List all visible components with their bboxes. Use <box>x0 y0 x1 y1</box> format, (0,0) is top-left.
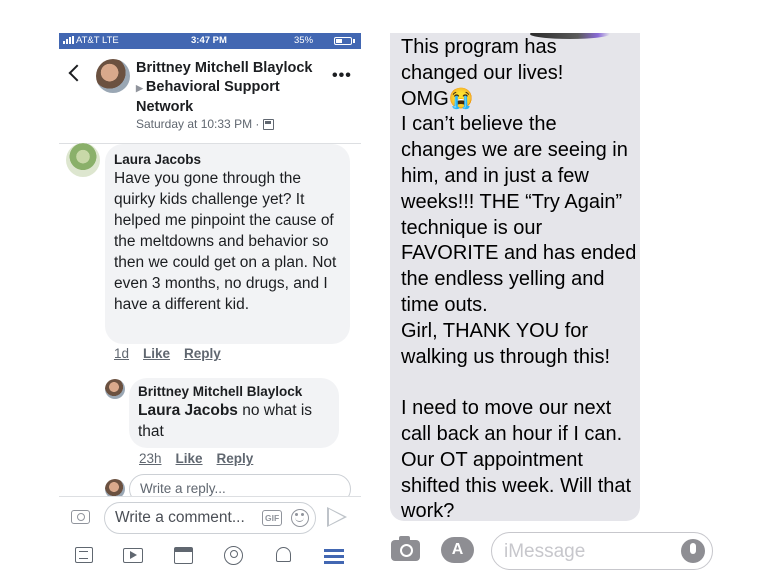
status-time: 3:47 PM <box>191 35 227 46</box>
carrier-label: AT&T LTE <box>76 35 119 46</box>
reply-button[interactable]: Reply <box>217 451 254 466</box>
avatar[interactable] <box>105 379 125 399</box>
comment-input[interactable]: Write a comment... GIF <box>104 502 316 534</box>
comment-bubble: Laura Jacobs Have you gone through the q… <box>105 144 350 344</box>
back-icon[interactable] <box>68 64 86 82</box>
comment-composer: Write a comment... GIF <box>59 496 361 540</box>
reply-button[interactable]: Reply <box>184 346 221 361</box>
emoji-icon[interactable] <box>291 509 309 527</box>
post-header: Brittney Mitchell Blaylock ▶ Behavioral S… <box>59 49 361 144</box>
app-store-icon[interactable]: A <box>441 537 474 563</box>
comment-placeholder: Write a comment... <box>115 509 245 526</box>
tab-bar <box>59 540 361 576</box>
message-input-bar: A iMessage <box>388 530 718 574</box>
gif-icon[interactable]: GIF <box>262 510 283 526</box>
watch-icon[interactable] <box>122 544 146 568</box>
comment-text: Laura Jacobs no what is that <box>138 400 330 442</box>
post-target-group[interactable]: Behavioral Support Network <box>136 79 280 115</box>
comment-text: Have you gone through the quirky kids ch… <box>114 170 337 313</box>
arrow-icon: ▶ <box>136 83 143 93</box>
facebook-panel: AT&T LTE 3:47 PM 35% Brittney Mitchell B… <box>59 33 361 576</box>
imessage-panel: This program has changed our lives! OMG😭… <box>388 33 718 576</box>
avatar[interactable] <box>66 143 100 177</box>
message-text: This program has changed our lives! OMG😭… <box>401 36 637 521</box>
like-button[interactable]: Like <box>143 346 170 361</box>
menu-icon[interactable] <box>322 544 346 568</box>
comment-age[interactable]: 1d <box>114 346 129 361</box>
message-placeholder: iMessage <box>504 541 586 562</box>
comment-author[interactable]: Laura Jacobs <box>114 151 342 168</box>
profile-icon[interactable] <box>222 544 246 568</box>
audience-icon <box>263 118 275 130</box>
comment-actions: 23h Like Reply <box>139 451 253 466</box>
post-timestamp: Saturday at 10:33 PM · <box>136 117 260 131</box>
more-options-icon[interactable]: ••• <box>332 67 352 85</box>
send-icon[interactable] <box>327 507 347 527</box>
comment-actions: 1d Like Reply <box>114 346 221 361</box>
battery-icon <box>334 37 352 45</box>
mention-link[interactable]: Laura Jacobs <box>138 402 238 419</box>
battery-percent: 35% <box>294 35 314 46</box>
news-feed-icon[interactable] <box>73 544 97 568</box>
message-bubble: This program has changed our lives! OMG😭… <box>390 33 640 521</box>
marketplace-icon[interactable] <box>172 544 196 568</box>
microphone-icon[interactable] <box>681 539 705 563</box>
notifications-icon[interactable] <box>272 544 296 568</box>
camera-icon[interactable] <box>71 510 90 524</box>
message-input[interactable]: iMessage <box>491 532 713 570</box>
post-author[interactable]: Brittney Mitchell Blaylock <box>136 60 312 76</box>
signal-icon <box>63 36 74 44</box>
comment-author[interactable]: Brittney Mitchell Blaylock <box>138 383 330 400</box>
like-button[interactable]: Like <box>176 451 203 466</box>
post-title[interactable]: Brittney Mitchell Blaylock ▶ Behavioral S… <box>136 59 336 117</box>
camera-icon[interactable] <box>391 536 420 561</box>
battery-tip <box>353 39 355 43</box>
comment-age[interactable]: 23h <box>139 451 162 466</box>
post-meta: Saturday at 10:33 PM · <box>136 117 275 131</box>
reply-bubble: Brittney Mitchell Blaylock Laura Jacobs … <box>129 378 339 448</box>
status-bar: AT&T LTE 3:47 PM 35% <box>59 33 361 49</box>
avatar[interactable] <box>96 59 130 93</box>
